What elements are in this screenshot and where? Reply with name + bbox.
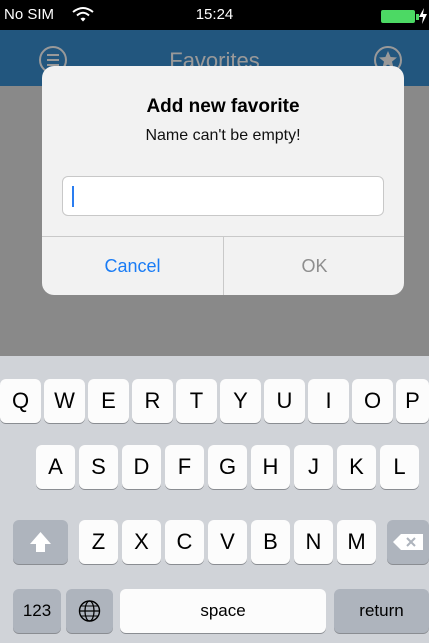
key-p[interactable]: P bbox=[396, 379, 429, 423]
key-w[interactable]: W bbox=[44, 379, 85, 423]
dialog-message: Name can't be empty! bbox=[145, 127, 301, 144]
status-bar: No SIM 15:24 bbox=[0, 0, 429, 30]
return-key[interactable]: return bbox=[334, 589, 429, 633]
key-i[interactable]: I bbox=[308, 379, 349, 423]
shift-key[interactable] bbox=[13, 520, 68, 564]
key-h[interactable]: H bbox=[251, 445, 290, 489]
key-d[interactable]: D bbox=[122, 445, 161, 489]
key-n[interactable]: N bbox=[294, 520, 333, 564]
key-j[interactable]: J bbox=[294, 445, 333, 489]
key-y[interactable]: Y bbox=[220, 379, 261, 423]
key-f[interactable]: F bbox=[165, 445, 204, 489]
text-caret bbox=[72, 186, 74, 207]
key-v[interactable]: V bbox=[208, 520, 247, 564]
delete-key[interactable] bbox=[387, 520, 429, 564]
shift-icon bbox=[30, 532, 51, 552]
add-favorite-dialog: Add new favorite Name can't be empty! Ca… bbox=[42, 66, 404, 295]
key-r[interactable]: R bbox=[132, 379, 173, 423]
favorite-name-input[interactable] bbox=[62, 176, 384, 216]
space-key[interactable]: space bbox=[120, 589, 326, 633]
globe-key[interactable] bbox=[66, 589, 113, 633]
key-s[interactable]: S bbox=[79, 445, 118, 489]
key-e[interactable]: E bbox=[88, 379, 129, 423]
key-a[interactable]: A bbox=[36, 445, 75, 489]
ok-button[interactable]: OK bbox=[224, 237, 404, 295]
numbers-key[interactable]: 123 bbox=[13, 589, 61, 633]
key-l[interactable]: L bbox=[380, 445, 419, 489]
key-m[interactable]: M bbox=[337, 520, 376, 564]
key-c[interactable]: C bbox=[165, 520, 204, 564]
delete-icon bbox=[393, 534, 423, 550]
charge-icon bbox=[419, 8, 427, 24]
key-q[interactable]: Q bbox=[0, 379, 41, 423]
key-k[interactable]: K bbox=[337, 445, 376, 489]
key-z[interactable]: Z bbox=[79, 520, 118, 564]
status-time: 15:24 bbox=[195, 6, 234, 23]
key-u[interactable]: U bbox=[264, 379, 305, 423]
globe-icon bbox=[78, 600, 101, 622]
battery-icon bbox=[381, 10, 415, 23]
dialog-title: Add new favorite bbox=[146, 96, 300, 117]
key-g[interactable]: G bbox=[208, 445, 247, 489]
key-o[interactable]: O bbox=[352, 379, 393, 423]
key-t[interactable]: T bbox=[176, 379, 217, 423]
key-x[interactable]: X bbox=[122, 520, 161, 564]
cancel-button[interactable]: Cancel bbox=[42, 237, 223, 295]
key-b[interactable]: B bbox=[251, 520, 290, 564]
keyboard: Q W E R T Y U I O P A S D F G H J K L Z … bbox=[0, 356, 429, 643]
